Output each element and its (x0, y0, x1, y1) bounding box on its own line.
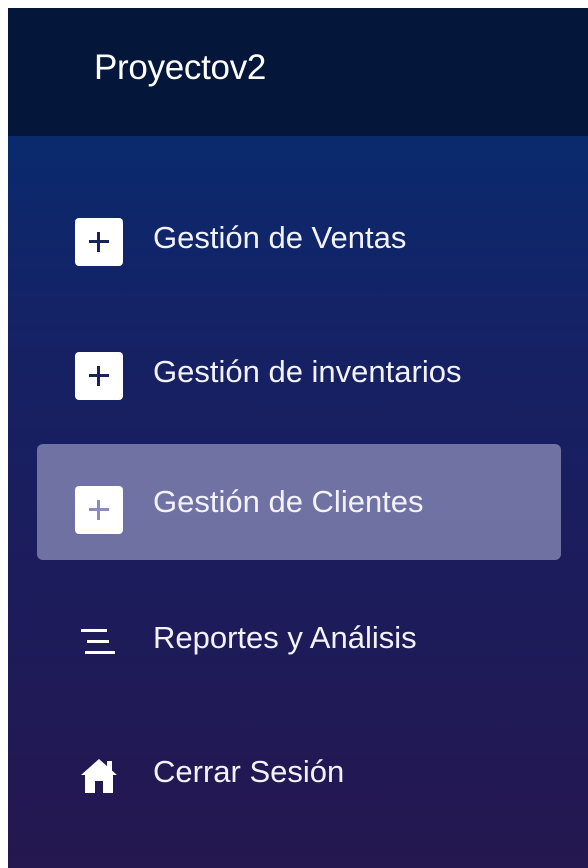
plus-square-icon (75, 352, 123, 400)
sidebar-item-label: Gestión de Ventas (153, 220, 407, 255)
sidebar-item-clientes[interactable]: Gestión de Clientes (37, 444, 561, 560)
sidebar-item-cerrar-sesion[interactable]: Cerrar Sesión (37, 714, 561, 830)
lines-icon (75, 618, 123, 666)
brand-title[interactable]: Proyectov2 (94, 48, 266, 88)
sidebar-item-label: Cerrar Sesión (153, 754, 345, 789)
sidebar-header: Proyectov2 (8, 8, 588, 136)
sidebar-item-reportes[interactable]: Reportes y Análisis (37, 580, 561, 696)
sidebar-item-label: Gestión de inventarios (153, 354, 462, 389)
sidebar-nav: Gestión de Ventas Gestión de inventarios… (8, 136, 588, 868)
app-frame: Proyectov2 Gestión de Ventas Gestión de … (8, 8, 588, 868)
plus-square-icon (75, 218, 123, 266)
sidebar-item-label: Gestión de Clientes (153, 484, 424, 519)
sidebar-item-ventas[interactable]: Gestión de Ventas (37, 178, 561, 294)
sidebar-item-label: Reportes y Análisis (153, 620, 417, 655)
sidebar-item-inventarios[interactable]: Gestión de inventarios (37, 312, 561, 428)
plus-square-icon (75, 486, 123, 534)
home-icon (75, 752, 123, 800)
